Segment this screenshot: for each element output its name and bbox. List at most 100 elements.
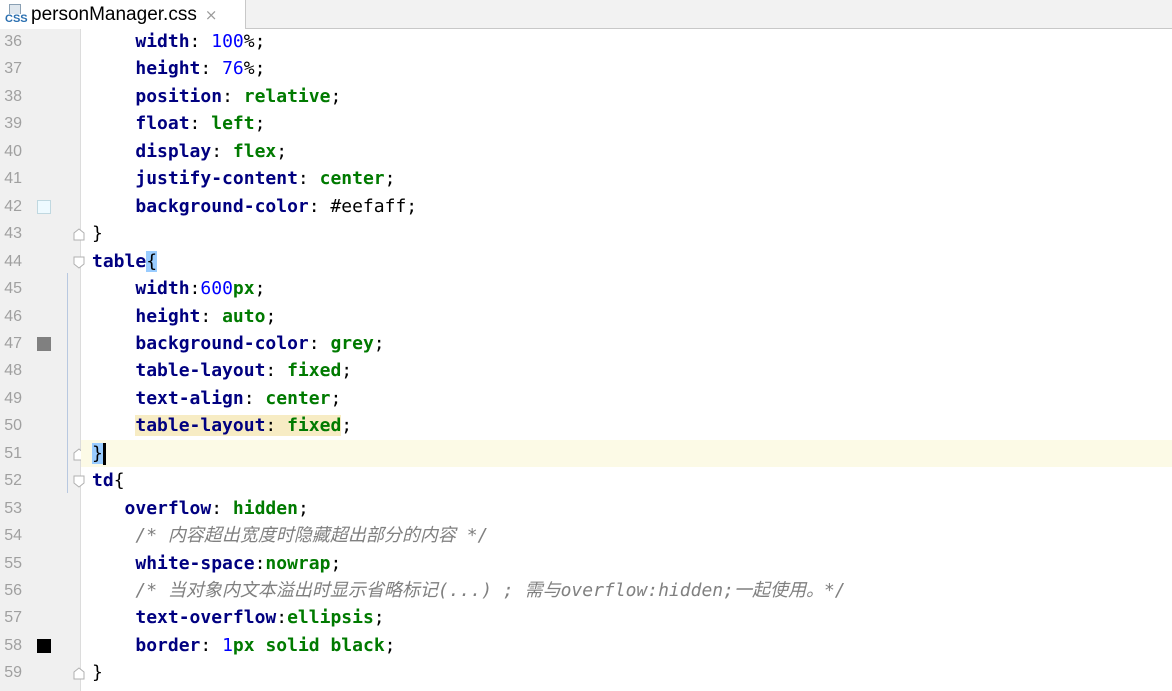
- code-token: border: [135, 634, 201, 656]
- code-token: center: [265, 387, 331, 409]
- code-line-38[interactable]: position: relative;: [81, 83, 1172, 110]
- code-line-58[interactable]: border: 1px solid black;: [81, 632, 1172, 659]
- code-token: ;: [373, 332, 385, 354]
- line-number: 36: [4, 33, 22, 50]
- line-number: 52: [4, 472, 22, 490]
- code-token: }: [92, 442, 103, 464]
- code-line-46[interactable]: height: auto;: [81, 303, 1172, 330]
- line-number: 42: [4, 197, 22, 215]
- code-token: px: [232, 634, 255, 656]
- code-line-59[interactable]: }: [81, 659, 1172, 686]
- line-number: 45: [4, 280, 22, 298]
- code-token: :: [265, 360, 288, 382]
- code-token: :: [265, 415, 288, 437]
- code-token: {: [146, 250, 158, 272]
- code-line-51[interactable]: }: [81, 439, 1172, 467]
- code-line-40[interactable]: display: flex;: [81, 138, 1172, 165]
- code-token: ;: [297, 497, 309, 519]
- code-text: /* 内容超出宽度时隐藏超出部分的内容 */: [92, 524, 488, 548]
- code-token: : #eefaff;: [308, 195, 418, 217]
- code-line-37[interactable]: height: 76%;: [81, 55, 1172, 82]
- code-text: td{: [92, 469, 125, 493]
- line-number-gutter: 36 37 38 39 40 41 42 43 44 45 46 47 48 49 50 51 52 53 54 55…: [0, 29, 85, 691]
- code-token: :: [200, 58, 223, 80]
- code-token: ;: [276, 140, 288, 162]
- code-token: ;: [330, 387, 342, 409]
- code-token: solid black: [265, 634, 385, 656]
- code-token: table: [92, 250, 147, 272]
- tab-personmanager-css[interactable]: CSS personManager.css ×: [0, 0, 246, 29]
- code-token: ;: [384, 634, 396, 656]
- code-token: ;: [384, 168, 396, 190]
- color-swatch-icon[interactable]: [37, 336, 51, 351]
- code-line-55[interactable]: white-space:nowrap;: [81, 550, 1172, 577]
- code-token: left: [211, 113, 255, 135]
- css-file-icon: CSS: [4, 3, 29, 26]
- code-token: ellipsis: [287, 607, 374, 629]
- code-line-52[interactable]: td{: [81, 467, 1172, 494]
- code-line-49[interactable]: text-align: center;: [81, 385, 1172, 412]
- code-line-56[interactable]: /* 当对象内文本溢出时显示省略标记(...) ; 需与overflow:hid…: [81, 577, 1172, 604]
- code-text: width: 100%;: [92, 30, 265, 54]
- code-text: background-color: #eefaff;: [92, 195, 417, 219]
- code-token: :: [200, 634, 223, 656]
- code-line-41[interactable]: justify-content: center;: [81, 165, 1172, 192]
- code-text: border: 1px solid black;: [92, 634, 396, 658]
- code-token: hidden: [232, 497, 298, 519]
- code-text: position: relative;: [92, 85, 341, 109]
- code-text: float: left;: [92, 112, 265, 136]
- code-token: :: [243, 387, 266, 409]
- code-line-54[interactable]: /* 内容超出宽度时隐藏超出部分的内容 */: [81, 522, 1172, 549]
- code-token: ;: [265, 305, 277, 327]
- code-token: 600: [200, 278, 233, 300]
- line-number: 59: [4, 664, 22, 682]
- code-token: /* 当对象内文本溢出时显示省略标记(...) ; 需与overflow:hid…: [135, 580, 846, 601]
- code-token: background-color: [135, 195, 309, 217]
- line-number: 37: [4, 60, 22, 78]
- line-number: 55: [4, 554, 22, 572]
- code-token: overflow: [124, 497, 212, 519]
- code-text: table-layout: fixed;: [92, 414, 352, 438]
- code-token: fixed: [287, 415, 342, 437]
- code-token: :: [200, 305, 223, 327]
- code-line-53[interactable]: overflow: hidden;: [81, 495, 1172, 522]
- code-token: }: [92, 223, 103, 245]
- code-text: text-align: center;: [92, 387, 341, 411]
- code-token: background-color: [135, 332, 309, 354]
- code-line-36[interactable]: width: 100%;: [81, 29, 1172, 55]
- code-token: :: [276, 607, 288, 629]
- code-editor[interactable]: width: 100%; height: 76%; position: rela…: [81, 29, 1172, 691]
- code-token: text-overflow: [135, 607, 277, 629]
- code-text: }: [92, 661, 103, 685]
- code-token: display: [135, 140, 212, 162]
- code-token: text-align: [135, 387, 244, 409]
- code-line-39[interactable]: float: left;: [81, 110, 1172, 137]
- code-token: relative: [243, 85, 331, 107]
- code-line-45[interactable]: width:600px;: [81, 275, 1172, 302]
- line-number: 40: [4, 142, 22, 160]
- code-token: td: [92, 470, 114, 492]
- line-number: 46: [4, 307, 22, 325]
- code-token: auto: [222, 305, 266, 327]
- code-line-47[interactable]: background-color: grey;: [81, 330, 1172, 357]
- text-caret: [102, 442, 106, 465]
- code-token: width: [135, 278, 190, 300]
- code-line-50[interactable]: table-layout: fixed;: [81, 412, 1172, 439]
- code-line-43[interactable]: }: [81, 220, 1172, 247]
- color-swatch-icon[interactable]: [37, 199, 51, 214]
- color-swatch-icon[interactable]: [37, 638, 51, 653]
- code-token: /* 内容超出宽度时隐藏超出部分的内容 */: [135, 525, 489, 547]
- code-token: :: [189, 31, 212, 52]
- code-token: float: [135, 113, 190, 135]
- code-line-44[interactable]: table{: [81, 248, 1172, 275]
- code-text: /* 当对象内文本溢出时显示省略标记(...) ; 需与overflow:hid…: [92, 579, 846, 603]
- code-line-42[interactable]: background-color: #eefaff;: [81, 193, 1172, 220]
- code-line-48[interactable]: table-layout: fixed;: [81, 357, 1172, 384]
- code-token: table-layout: [135, 415, 266, 437]
- code-token: :: [254, 552, 266, 574]
- code-token: {: [113, 470, 125, 492]
- code-token: white-space: [135, 552, 255, 574]
- code-line-57[interactable]: text-overflow:ellipsis;: [81, 604, 1172, 631]
- code-text: display: flex;: [92, 140, 287, 164]
- close-icon[interactable]: ×: [205, 6, 218, 24]
